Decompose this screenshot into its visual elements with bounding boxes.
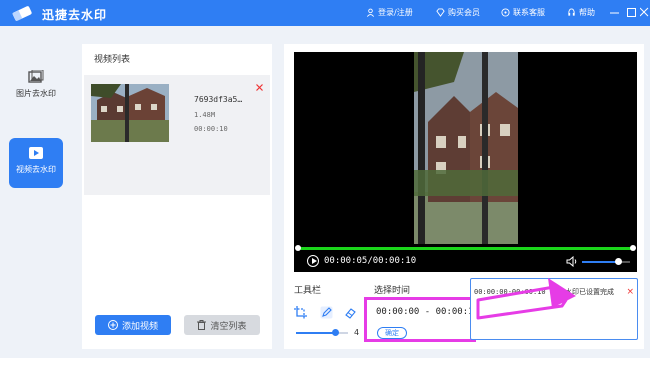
help-label: 帮助 <box>579 8 595 17</box>
login-register-link[interactable]: 登录/注册 <box>366 7 413 18</box>
login-register-label: 登录/注册 <box>378 8 413 17</box>
left-navigation: 图片去水印 视频去水印 <box>0 26 72 370</box>
contact-support-label: 联系客服 <box>513 8 545 17</box>
video-progress-bar[interactable] <box>295 245 636 251</box>
clear-list-label: 清空列表 <box>210 321 247 332</box>
pen-icon[interactable] <box>320 306 333 319</box>
video-filename: 7693df3a5… <box>194 95 243 104</box>
bottom-status-strip <box>0 358 650 370</box>
nav-image-watermark-label: 图片去水印 <box>16 89 56 98</box>
clear-list-button[interactable]: 清空列表 <box>184 315 260 335</box>
minimize-icon <box>610 12 619 14</box>
video-thumbnail <box>91 84 169 142</box>
toolbar-label: 工具栏 <box>294 286 322 296</box>
brush-size-slider[interactable] <box>296 329 348 336</box>
crop-icon[interactable] <box>294 306 307 319</box>
progress-start-handle[interactable] <box>295 245 301 251</box>
record-time-range: 00:00:00-00:00:10 <box>474 288 546 296</box>
close-icon <box>256 84 263 91</box>
volume-level <box>582 261 618 263</box>
eraser-icon[interactable] <box>344 306 357 319</box>
app-logo-icon <box>12 6 32 22</box>
nav-video-watermark[interactable]: 视频去水印 <box>9 138 63 188</box>
buy-vip-label: 购买会员 <box>448 8 480 17</box>
list-item[interactable]: 7693df3a5… 1.48M 00:00:10 <box>84 75 270 195</box>
nav-video-watermark-label: 视频去水印 <box>16 165 56 174</box>
minimize-button[interactable] <box>610 6 619 21</box>
confirm-button[interactable]: 确定 <box>377 327 407 339</box>
video-duration: 00:00:10 <box>194 125 228 133</box>
play-button[interactable] <box>307 255 319 267</box>
delete-record-button[interactable]: × <box>626 287 634 297</box>
maximize-icon <box>627 8 636 17</box>
contact-support-link[interactable]: 联系客服 <box>501 7 545 18</box>
image-icon <box>28 70 44 83</box>
video-list-panel: 视频列表 7693df3a5… 1.48M 00:00:10 添加视频 清空列表 <box>82 44 272 349</box>
video-timecode: 00:00:05/00:00:10 <box>324 256 417 266</box>
video-filesize: 1.48M <box>194 111 216 119</box>
video-player[interactable]: 00:00:05/00:00:10 <box>294 52 637 272</box>
nav-image-watermark[interactable]: 图片去水印 <box>9 62 63 112</box>
video-icon <box>29 147 43 159</box>
buy-vip-link[interactable]: 购买会员 <box>436 7 480 18</box>
watermark-records-box: 00:00:00-00:00:10 去水印已设置完成 × <box>470 278 638 340</box>
preview-panel: 00:00:05/00:00:10 工具栏 4 选择时间 00:00:00 - … <box>284 44 644 349</box>
time-range-input[interactable]: 00:00:00 - 00:00:10 <box>376 307 479 317</box>
video-frame <box>414 52 518 244</box>
user-icon <box>366 8 375 17</box>
volume-handle[interactable] <box>615 258 622 265</box>
delete-video-button[interactable] <box>256 83 263 94</box>
brush-size-level <box>296 332 335 334</box>
video-controls: 00:00:05/00:00:10 <box>294 252 637 272</box>
select-time-label: 选择时间 <box>374 286 411 296</box>
maximize-button[interactable] <box>627 6 636 21</box>
title-bar: 迅捷去水印 登录/注册 购买会员 联系客服 帮助 <box>0 0 650 26</box>
video-list-title: 视频列表 <box>94 55 131 65</box>
close-icon <box>639 7 649 17</box>
add-video-label: 添加视频 <box>121 321 158 332</box>
help-icon <box>568 8 575 16</box>
diamond-icon <box>436 8 445 17</box>
record-status: 去水印已设置完成 <box>558 288 615 296</box>
table-row[interactable]: 00:00:00-00:00:10 去水印已设置完成 × <box>474 287 634 297</box>
progress-end-handle[interactable] <box>630 245 636 251</box>
close-button[interactable] <box>639 6 649 21</box>
app-title: 迅捷去水印 <box>42 8 108 22</box>
trash-icon <box>197 320 207 330</box>
volume-icon[interactable] <box>566 256 578 267</box>
add-video-button[interactable]: 添加视频 <box>95 315 171 335</box>
headset-icon <box>501 8 510 17</box>
help-link[interactable]: 帮助 <box>567 7 595 18</box>
plus-circle-icon <box>107 320 118 330</box>
brush-size-handle[interactable] <box>332 329 339 336</box>
brush-size-value: 4 <box>354 328 360 337</box>
volume-slider[interactable] <box>582 258 630 265</box>
